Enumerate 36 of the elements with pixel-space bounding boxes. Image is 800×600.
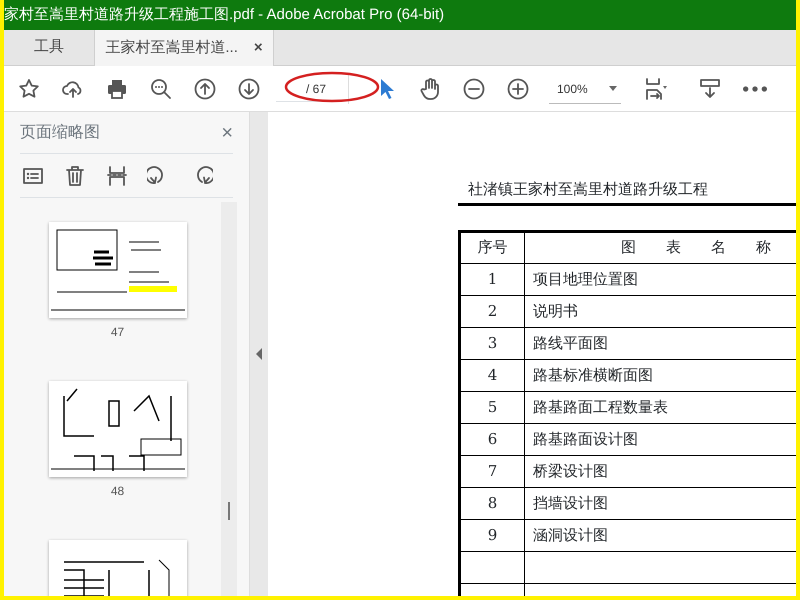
table-cell: 6: [460, 423, 524, 455]
previous-page-icon: [193, 76, 217, 100]
trash-icon: [63, 164, 87, 188]
page-total: / 67: [306, 81, 326, 98]
collapse-arrow-icon: [256, 348, 262, 360]
document-heading: 社渚镇王家村至嵩里村道路升级工程: [458, 178, 796, 206]
tab[interactable]: 王家村至嵩里村道... ×: [94, 30, 274, 66]
close-button[interactable]: ×: [221, 118, 233, 148]
table-cell: 5: [460, 391, 524, 423]
page-thumbnail[interactable]: [48, 222, 186, 318]
page-thumbnail[interactable]: [48, 381, 186, 477]
table-cell: 1: [460, 263, 524, 295]
scroll-mode-icon: [698, 76, 722, 100]
search-icon: [149, 76, 173, 100]
table-cell: 9: [460, 519, 524, 551]
more-icon: [743, 86, 767, 92]
table-cell: 3: [460, 327, 524, 359]
panel-title: 页面缩略图: [20, 122, 100, 142]
zoom-out-icon: [462, 76, 486, 100]
scrollbar-thumb[interactable]: [228, 502, 230, 520]
table-cell: 8: [460, 487, 524, 519]
hand-icon: [418, 76, 442, 100]
bookmark-star-icon: [17, 76, 41, 100]
window-title: 家村至嵩里村道路升级工程施工图.pdf - Adobe Acrobat Pro (64-bit): [4, 0, 796, 30]
insert-page-icon: [105, 164, 129, 188]
page-number: 48: [110, 483, 124, 500]
close-icon[interactable]: ×: [254, 36, 263, 60]
zoom-in-icon: [506, 76, 530, 100]
table-cell: 2: [460, 295, 524, 327]
caret-icon: [609, 86, 617, 91]
page-number: 47: [110, 324, 124, 341]
table-cell: 4: [460, 359, 524, 391]
table-cell: 7: [460, 455, 524, 487]
column-header: 序号: [460, 231, 524, 263]
fit-page-icon: [643, 76, 667, 100]
next-page-icon: [237, 76, 261, 100]
